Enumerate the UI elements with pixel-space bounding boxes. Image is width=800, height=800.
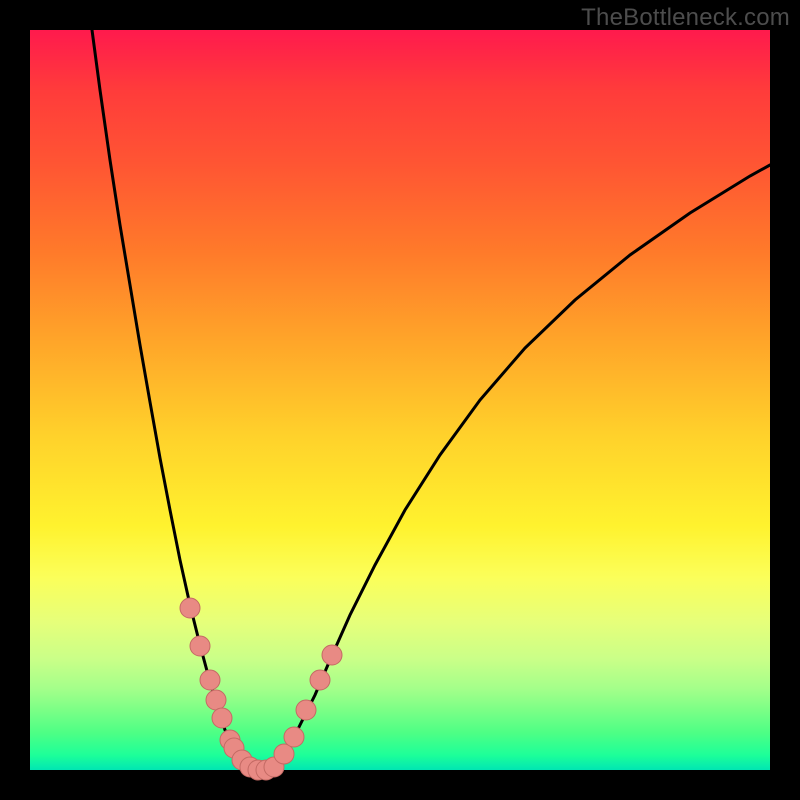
- highlight-dots-group: [180, 598, 342, 780]
- watermark-text: TheBottleneck.com: [581, 4, 790, 32]
- highlight-dot: [310, 670, 330, 690]
- highlight-dot: [296, 700, 316, 720]
- curve-svg: [30, 30, 770, 770]
- highlight-dot: [190, 636, 210, 656]
- highlight-dot: [322, 645, 342, 665]
- chart-frame: TheBottleneck.com: [0, 0, 800, 800]
- highlight-dot: [206, 690, 226, 710]
- highlight-dot: [180, 598, 200, 618]
- curve-left-branch: [92, 30, 245, 766]
- plot-area: [30, 30, 770, 770]
- highlight-dot: [284, 727, 304, 747]
- highlight-dot: [212, 708, 232, 728]
- highlight-dot: [200, 670, 220, 690]
- curve-right-branch: [275, 165, 770, 766]
